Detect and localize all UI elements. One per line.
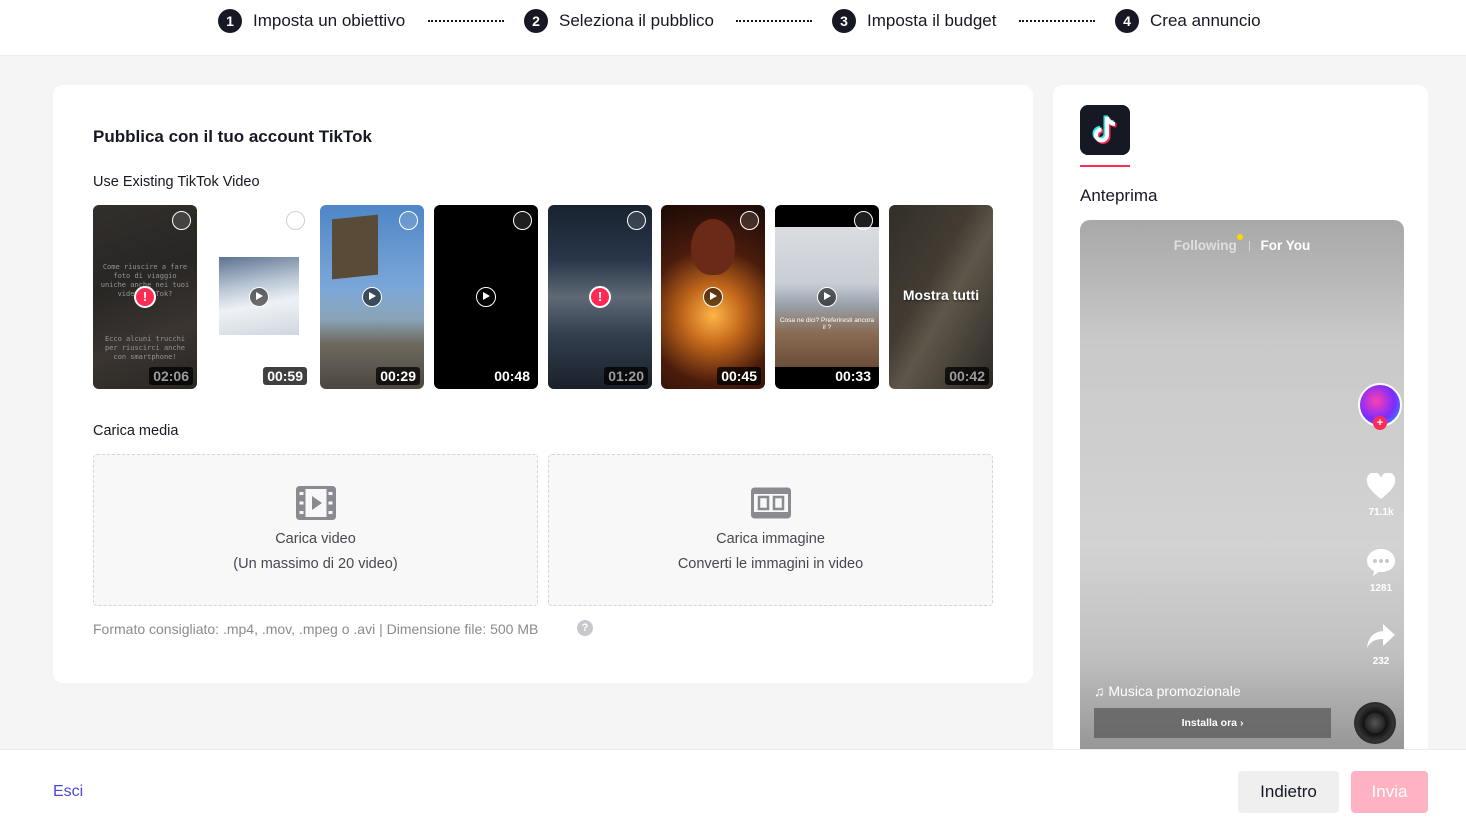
select-radio[interactable] [627,211,646,230]
chevron-right-icon: › [1239,717,1244,729]
feed-tab-for-you: For You [1260,238,1311,253]
upload-video-title: Carica video [275,531,356,547]
upload-image-title: Carica immagine [716,531,825,547]
preview-title: Anteprima [1080,186,1158,205]
install-now-label: Installa ora [1181,717,1238,729]
step-number: 3 [832,9,856,33]
step-label: Imposta un obiettivo [253,11,406,30]
video-thumbnail[interactable]: 00:59 [207,205,311,389]
feed-tabs: Following For You [1080,238,1404,253]
tiktok-logo-icon[interactable] [1080,105,1130,155]
follow-plus-icon: + [1373,416,1387,430]
image-strip-icon [750,487,791,519]
play-icon [476,287,496,307]
share-count: 232 [1372,656,1390,667]
step-budget: 3 Imposta il budget [832,8,996,34]
step-number: 4 [1115,9,1139,33]
video-thumbnail-list: Come riuscire a fare foto di viaggio uni… [93,205,993,389]
play-icon [703,287,723,307]
upload-image-subtitle: Converti le immagini in video [677,556,864,572]
play-icon [817,287,837,307]
video-duration: 00:29 [376,367,420,385]
select-radio[interactable] [854,211,873,230]
progress-stepper: 1 Imposta un obiettivo 2 Seleziona il pu… [0,0,1466,56]
heart-icon [1366,472,1396,499]
share-icon [1367,624,1395,648]
error-icon: ! [589,286,611,308]
signpost-shape [332,214,378,280]
video-thumbnail[interactable]: Cosa ne dici? Preferiresti ancora il ? 0… [775,205,879,389]
page-title: Pubblica con il tuo account TikTok [93,127,372,146]
play-icon [362,287,382,307]
step-label: Imposta il budget [867,11,997,30]
footer-bar: Esci Indietro Invia [0,749,1466,827]
video-file-icon [295,486,336,520]
step-objective: 1 Imposta un obiettivo [218,8,405,34]
select-radio[interactable] [286,211,305,230]
existing-video-label: Use Existing TikTok Video [93,174,260,190]
show-all-thumbnail[interactable]: Mostra tutti 00:42 [889,205,993,389]
preview-panel: Anteprima Following For You + 71.1k 1281 [1053,85,1428,765]
play-icon [249,287,269,307]
video-duration: 00:48 [490,367,534,385]
music-note-icon: ♫ [1094,683,1105,699]
select-radio[interactable] [513,211,532,230]
feed-tab-divider [1249,241,1250,251]
comment-count: 1281 [1369,583,1393,594]
install-now-button: Installa ora › [1094,708,1331,738]
upload-video-subtitle: (Un massimo di 20 video) [233,556,398,572]
step-connector [428,20,504,22]
upload-video-dropzone[interactable]: Carica video (Un massimo di 20 video) [93,454,538,606]
feed-tab-following: Following [1173,238,1237,253]
step-number: 2 [524,9,548,33]
video-duration: 00:42 [945,367,989,385]
music-title: Musica promozionale [1108,683,1241,699]
music-info: ♫ Musica promozionale [1094,683,1241,699]
step-label: Seleziona il pubblico [559,11,714,30]
format-note: Formato consigliato: .mp4, .mov, .mpeg o… [93,621,539,637]
video-thumbnail[interactable]: ! 01:20 [548,205,652,389]
active-tab-underline [1080,165,1130,167]
music-disc-icon [1354,702,1396,744]
select-radio[interactable] [740,211,759,230]
comment-action: 1281 [1363,548,1399,594]
video-caption: Cosa ne dici? Preferiresti ancora il ? [779,317,875,331]
select-radio[interactable] [172,211,191,230]
like-action: 71.1k [1363,472,1399,518]
upload-media-label: Carica media [93,423,179,439]
portrait-shape [691,219,735,275]
video-duration: 02:06 [149,367,193,385]
step-audience: 2 Seleziona il pubblico [524,8,714,34]
video-duration: 00:33 [831,367,875,385]
step-label: Crea annuncio [1150,11,1261,30]
error-icon: ! [134,286,156,308]
video-thumbnail[interactable]: 00:48 [434,205,538,389]
upload-image-dropzone[interactable]: Carica immagine Converti le immagini in … [548,454,993,606]
video-duration: 00:59 [263,367,307,385]
phone-preview: Following For You + 71.1k 1281 232 ♫ Mus… [1080,220,1404,765]
video-duration: 00:45 [717,367,761,385]
show-all-link[interactable]: Mostra tutti [889,287,993,303]
step-number: 1 [218,9,242,33]
video-thumbnail[interactable]: 00:45 [661,205,765,389]
share-action: 232 [1363,623,1399,667]
submit-button[interactable]: Invia [1351,771,1428,813]
like-count: 71.1k [1368,507,1394,518]
video-thumbnail[interactable]: Come riuscire a fare foto di viaggio uni… [93,205,197,389]
video-duration: 01:20 [604,367,648,385]
step-create-ad: 4 Crea annuncio [1115,8,1261,34]
step-connector [1019,20,1095,22]
help-icon[interactable]: ? [577,620,593,636]
video-thumbnail[interactable]: 00:29 [320,205,424,389]
comment-icon [1367,549,1395,576]
back-button[interactable]: Indietro [1238,771,1339,813]
select-radio[interactable] [399,211,418,230]
exit-link[interactable]: Esci [53,783,83,801]
create-ad-card: Pubblica con il tuo account TikTok Use E… [53,85,1033,683]
step-connector [736,20,812,22]
